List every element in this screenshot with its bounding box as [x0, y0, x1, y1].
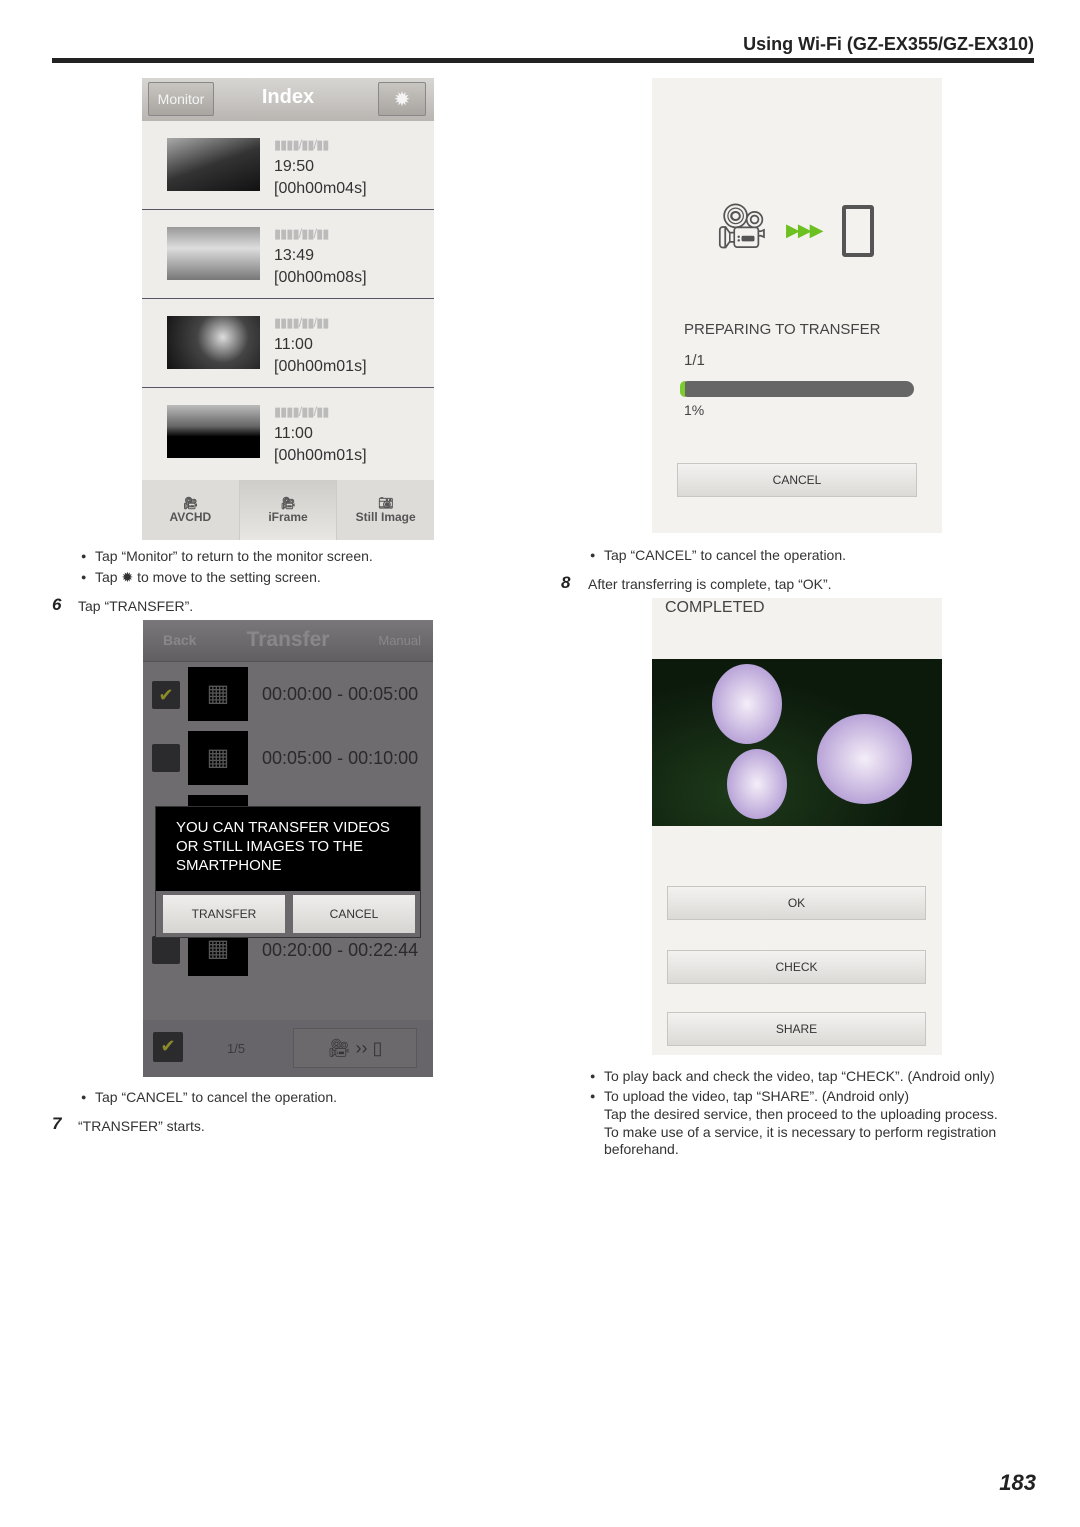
index-header: Monitor Index ✹: [142, 78, 434, 121]
bottom-bar: ✔ 1/5 🎥︎ ›› ▯: [143, 1020, 433, 1077]
ok-button[interactable]: OK: [667, 886, 926, 920]
tab-avchd[interactable]: 🎥︎ AVCHD: [142, 480, 240, 540]
video-camera-icon: 🎥︎: [280, 496, 296, 510]
film-icon: ▦: [188, 731, 248, 785]
time: 13:49: [274, 247, 315, 264]
transfer-dialog: YOU CAN TRANSFER VIDEOS OR STILL IMAGES T…: [155, 806, 421, 938]
step-number: 8: [561, 573, 571, 592]
gear-icon[interactable]: ✹: [378, 82, 426, 116]
note: Tap “Monitor” to return to the monitor s…: [81, 548, 373, 564]
date: ▮▮▮▮/▮▮/▮▮: [274, 315, 329, 330]
note: Tap ✹ to move to the setting screen.: [81, 569, 321, 586]
step-text: After transferring is complete, tap “OK”…: [588, 576, 832, 592]
page-number: 183: [999, 1470, 1036, 1495]
note-text: to move to the setting screen.: [137, 569, 321, 585]
step-number: 6: [52, 595, 62, 614]
check-button[interactable]: CHECK: [667, 950, 926, 984]
video-camera-icon: 🎥︎: [714, 202, 770, 251]
duration: [00h00m01s]: [274, 358, 367, 375]
video-camera-icon: 🎥︎: [182, 496, 198, 510]
checkbox-checked[interactable]: ✔: [152, 681, 180, 709]
list-item[interactable]: ▮▮▮▮/▮▮/▮▮ 19:50 [00h00m04s]: [142, 121, 434, 210]
tab-label: Still Image: [355, 510, 416, 524]
duration: [00h00m08s]: [274, 269, 367, 286]
note-text: To make use of a service, it is necessar…: [604, 1124, 997, 1140]
transfer-button[interactable]: TRANSFER: [163, 895, 285, 933]
note: To play back and check the video, tap “C…: [590, 1068, 995, 1084]
thumbnail: [167, 405, 260, 458]
video-thumbnail: [652, 659, 942, 826]
note-text: Tap: [95, 569, 118, 585]
thumbnail: [167, 227, 260, 280]
segment-range: 00:20:00 - 00:22:44: [262, 940, 419, 960]
step-text: Tap “TRANSFER”.: [78, 598, 194, 614]
status-text: COMPLETED: [665, 599, 765, 616]
message-line: SMARTPHONE: [176, 857, 282, 874]
time: 19:50: [274, 158, 315, 175]
segment-range: 00:05:00 - 00:10:00: [262, 748, 419, 768]
list-item[interactable]: ▮▮▮▮/▮▮/▮▮ 11:00 [00h00m01s]: [142, 388, 434, 477]
tab-label: AVCHD: [169, 510, 212, 524]
tab-label: iFrame: [268, 510, 308, 524]
tab-bar: 🎥︎ AVCHD 🎥︎ iFrame 📷︎ Still Image: [142, 480, 434, 540]
page-counter: 1/5: [227, 1041, 246, 1056]
time: 11:00: [274, 425, 313, 442]
note-text: beforehand.: [604, 1141, 679, 1157]
list-item[interactable]: ▮▮▮▮/▮▮/▮▮ 13:49 [00h00m08s]: [142, 210, 434, 299]
dialog-message: YOU CAN TRANSFER VIDEOS OR STILL IMAGES T…: [156, 807, 420, 891]
note: Tap “CANCEL” to cancel the operation.: [590, 547, 846, 563]
thumbnail: [167, 316, 260, 369]
date: ▮▮▮▮/▮▮/▮▮: [274, 137, 329, 152]
date: ▮▮▮▮/▮▮/▮▮: [274, 404, 329, 419]
note: Tap “CANCEL” to cancel the operation.: [81, 1089, 337, 1105]
date: ▮▮▮▮/▮▮/▮▮: [274, 226, 329, 241]
header-rule: [52, 58, 1034, 63]
share-button[interactable]: SHARE: [667, 1012, 926, 1046]
progress-screen: 🎥︎ ▶▶▶ PREPARING TO TRANSFER 1/1 1% CANC…: [652, 78, 942, 533]
checkbox[interactable]: [152, 744, 180, 772]
status-text: PREPARING TO TRANSFER: [684, 321, 881, 338]
progress-bar: [680, 381, 914, 397]
step-number: 7: [52, 1114, 62, 1133]
note: To upload the video, tap “SHARE”. (Andro…: [590, 1088, 909, 1104]
cancel-button[interactable]: CANCEL: [293, 895, 415, 933]
file-count: 1/1: [684, 352, 705, 369]
duration: [00h00m01s]: [274, 447, 367, 464]
select-all-checkbox[interactable]: ✔: [153, 1032, 183, 1062]
checkbox[interactable]: [152, 936, 180, 964]
camera-icon: 📷︎: [378, 496, 394, 510]
cancel-button[interactable]: CANCEL: [677, 463, 917, 497]
time: 11:00: [274, 336, 313, 353]
film-icon: ▦: [188, 667, 248, 721]
progress-fill: [680, 381, 685, 397]
duration: [00h00m04s]: [274, 180, 367, 197]
manual-button[interactable]: Manual: [378, 633, 421, 648]
transfer-header: Back Transfer Manual: [143, 620, 433, 662]
index-screen: Monitor Index ✹ ▮▮▮▮/▮▮/▮▮ 19:50 [00h00m04…: [142, 78, 434, 540]
list-item[interactable]: ▮▮▮▮/▮▮/▮▮ 11:00 [00h00m01s]: [142, 299, 434, 388]
completed-screen: COMPLETED OK CHECK SHARE: [652, 598, 942, 1055]
gear-icon: ✹: [121, 569, 134, 585]
start-transfer-button[interactable]: 🎥︎ ›› ▯: [293, 1028, 417, 1068]
thumbnail: [167, 138, 260, 191]
note-text: Tap the desired service, then proceed to…: [604, 1106, 998, 1122]
segment-range: 00:00:00 - 00:05:00: [262, 684, 419, 704]
arrow-icon: ▶▶▶: [786, 220, 824, 240]
tab-iframe[interactable]: 🎥︎ iFrame: [239, 480, 338, 540]
message-line: YOU CAN TRANSFER VIDEOS: [176, 819, 390, 836]
message-line: OR STILL IMAGES TO THE: [176, 838, 363, 855]
page-header: Using Wi-Fi (GZ-EX355/GZ-EX310): [743, 34, 1034, 54]
video-to-phone-icon: 🎥︎ ›› ▯: [327, 1038, 383, 1058]
step-text: “TRANSFER” starts.: [78, 1118, 205, 1134]
percent-label: 1%: [684, 402, 705, 418]
transfer-screen: Back Transfer Manual ✔ ▦ 00:00:00 - 00:0…: [143, 620, 433, 1077]
smartphone-icon: [842, 205, 874, 257]
tab-still-image[interactable]: 📷︎ Still Image: [337, 480, 434, 540]
